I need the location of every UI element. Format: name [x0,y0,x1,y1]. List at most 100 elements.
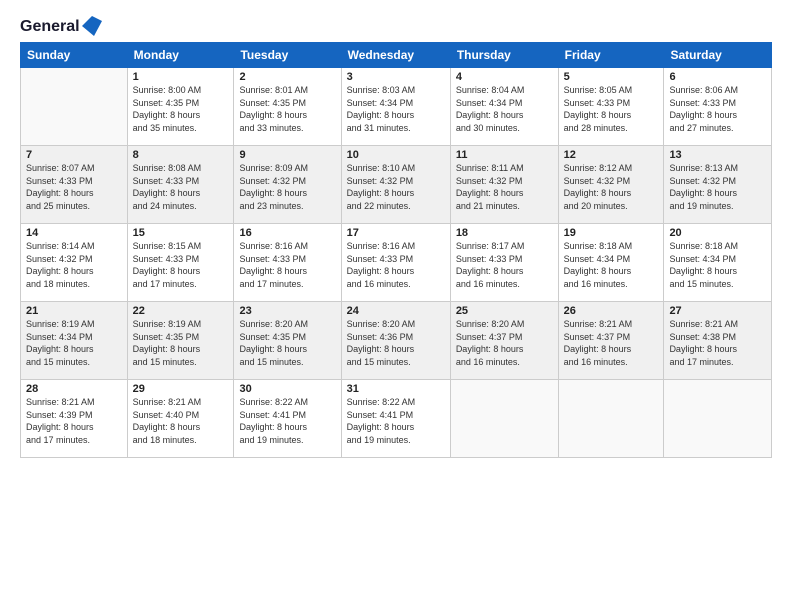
calendar-week-row: 7Sunrise: 8:07 AM Sunset: 4:33 PM Daylig… [21,146,772,224]
header: General [20,18,772,32]
day-number: 17 [347,227,445,239]
day-number: 11 [456,149,553,161]
calendar-day-cell: 22Sunrise: 8:19 AM Sunset: 4:35 PM Dayli… [127,302,234,380]
calendar-day-cell: 11Sunrise: 8:11 AM Sunset: 4:32 PM Dayli… [450,146,558,224]
day-number: 16 [239,227,335,239]
day-number: 30 [239,383,335,395]
day-number: 23 [239,305,335,317]
calendar-header-tuesday: Tuesday [234,43,341,68]
calendar-day-cell: 20Sunrise: 8:18 AM Sunset: 4:34 PM Dayli… [664,224,772,302]
day-info: Sunrise: 8:06 AM Sunset: 4:33 PM Dayligh… [669,84,766,134]
day-info: Sunrise: 8:20 AM Sunset: 4:35 PM Dayligh… [239,318,335,368]
day-info: Sunrise: 8:20 AM Sunset: 4:37 PM Dayligh… [456,318,553,368]
calendar-header-row: SundayMondayTuesdayWednesdayThursdayFrid… [21,43,772,68]
calendar-week-row: 14Sunrise: 8:14 AM Sunset: 4:32 PM Dayli… [21,224,772,302]
calendar-header-thursday: Thursday [450,43,558,68]
calendar-day-cell: 5Sunrise: 8:05 AM Sunset: 4:33 PM Daylig… [558,68,664,146]
calendar-day-cell: 17Sunrise: 8:16 AM Sunset: 4:33 PM Dayli… [341,224,450,302]
calendar-week-row: 1Sunrise: 8:00 AM Sunset: 4:35 PM Daylig… [21,68,772,146]
day-info: Sunrise: 8:21 AM Sunset: 4:40 PM Dayligh… [133,396,229,446]
calendar-day-cell: 14Sunrise: 8:14 AM Sunset: 4:32 PM Dayli… [21,224,128,302]
day-info: Sunrise: 8:19 AM Sunset: 4:34 PM Dayligh… [26,318,122,368]
logo-text-general: General [20,18,80,36]
calendar-day-cell: 24Sunrise: 8:20 AM Sunset: 4:36 PM Dayli… [341,302,450,380]
day-info: Sunrise: 8:11 AM Sunset: 4:32 PM Dayligh… [456,162,553,212]
logo-icon [82,16,102,36]
day-number: 1 [133,71,229,83]
day-info: Sunrise: 8:17 AM Sunset: 4:33 PM Dayligh… [456,240,553,290]
day-number: 8 [133,149,229,161]
day-info: Sunrise: 8:05 AM Sunset: 4:33 PM Dayligh… [564,84,659,134]
day-info: Sunrise: 8:14 AM Sunset: 4:32 PM Dayligh… [26,240,122,290]
day-number: 3 [347,71,445,83]
calendar-day-cell: 31Sunrise: 8:22 AM Sunset: 4:41 PM Dayli… [341,380,450,458]
page: General SundayMondayTuesdayWednesdayThur… [0,0,792,612]
calendar-day-cell: 30Sunrise: 8:22 AM Sunset: 4:41 PM Dayli… [234,380,341,458]
day-number: 13 [669,149,766,161]
day-info: Sunrise: 8:13 AM Sunset: 4:32 PM Dayligh… [669,162,766,212]
day-number: 14 [26,227,122,239]
calendar-day-cell: 10Sunrise: 8:10 AM Sunset: 4:32 PM Dayli… [341,146,450,224]
calendar-day-cell: 21Sunrise: 8:19 AM Sunset: 4:34 PM Dayli… [21,302,128,380]
calendar-day-cell [558,380,664,458]
calendar-day-cell: 13Sunrise: 8:13 AM Sunset: 4:32 PM Dayli… [664,146,772,224]
day-info: Sunrise: 8:15 AM Sunset: 4:33 PM Dayligh… [133,240,229,290]
calendar-day-cell: 28Sunrise: 8:21 AM Sunset: 4:39 PM Dayli… [21,380,128,458]
calendar-day-cell [450,380,558,458]
calendar-day-cell: 15Sunrise: 8:15 AM Sunset: 4:33 PM Dayli… [127,224,234,302]
day-info: Sunrise: 8:00 AM Sunset: 4:35 PM Dayligh… [133,84,229,134]
day-info: Sunrise: 8:21 AM Sunset: 4:38 PM Dayligh… [669,318,766,368]
calendar-day-cell: 7Sunrise: 8:07 AM Sunset: 4:33 PM Daylig… [21,146,128,224]
calendar-day-cell: 19Sunrise: 8:18 AM Sunset: 4:34 PM Dayli… [558,224,664,302]
day-info: Sunrise: 8:21 AM Sunset: 4:39 PM Dayligh… [26,396,122,446]
calendar-day-cell: 16Sunrise: 8:16 AM Sunset: 4:33 PM Dayli… [234,224,341,302]
day-number: 2 [239,71,335,83]
calendar-day-cell: 9Sunrise: 8:09 AM Sunset: 4:32 PM Daylig… [234,146,341,224]
day-info: Sunrise: 8:04 AM Sunset: 4:34 PM Dayligh… [456,84,553,134]
calendar-table: SundayMondayTuesdayWednesdayThursdayFrid… [20,42,772,458]
calendar-header-friday: Friday [558,43,664,68]
day-info: Sunrise: 8:18 AM Sunset: 4:34 PM Dayligh… [669,240,766,290]
day-number: 9 [239,149,335,161]
day-number: 24 [347,305,445,317]
day-number: 7 [26,149,122,161]
calendar-day-cell: 6Sunrise: 8:06 AM Sunset: 4:33 PM Daylig… [664,68,772,146]
calendar-header-wednesday: Wednesday [341,43,450,68]
day-info: Sunrise: 8:10 AM Sunset: 4:32 PM Dayligh… [347,162,445,212]
day-info: Sunrise: 8:07 AM Sunset: 4:33 PM Dayligh… [26,162,122,212]
day-number: 22 [133,305,229,317]
calendar-header-sunday: Sunday [21,43,128,68]
calendar-day-cell: 8Sunrise: 8:08 AM Sunset: 4:33 PM Daylig… [127,146,234,224]
calendar-day-cell: 12Sunrise: 8:12 AM Sunset: 4:32 PM Dayli… [558,146,664,224]
day-info: Sunrise: 8:12 AM Sunset: 4:32 PM Dayligh… [564,162,659,212]
day-info: Sunrise: 8:03 AM Sunset: 4:34 PM Dayligh… [347,84,445,134]
day-number: 29 [133,383,229,395]
day-number: 31 [347,383,445,395]
calendar-day-cell: 1Sunrise: 8:00 AM Sunset: 4:35 PM Daylig… [127,68,234,146]
day-number: 12 [564,149,659,161]
day-number: 26 [564,305,659,317]
day-number: 21 [26,305,122,317]
day-number: 6 [669,71,766,83]
calendar-day-cell: 27Sunrise: 8:21 AM Sunset: 4:38 PM Dayli… [664,302,772,380]
logo: General [20,18,102,32]
day-info: Sunrise: 8:22 AM Sunset: 4:41 PM Dayligh… [239,396,335,446]
day-info: Sunrise: 8:21 AM Sunset: 4:37 PM Dayligh… [564,318,659,368]
day-info: Sunrise: 8:16 AM Sunset: 4:33 PM Dayligh… [239,240,335,290]
calendar-day-cell: 23Sunrise: 8:20 AM Sunset: 4:35 PM Dayli… [234,302,341,380]
calendar-day-cell: 26Sunrise: 8:21 AM Sunset: 4:37 PM Dayli… [558,302,664,380]
day-info: Sunrise: 8:01 AM Sunset: 4:35 PM Dayligh… [239,84,335,134]
calendar-day-cell: 29Sunrise: 8:21 AM Sunset: 4:40 PM Dayli… [127,380,234,458]
calendar-header-monday: Monday [127,43,234,68]
calendar-header-saturday: Saturday [664,43,772,68]
day-number: 15 [133,227,229,239]
day-info: Sunrise: 8:18 AM Sunset: 4:34 PM Dayligh… [564,240,659,290]
day-number: 20 [669,227,766,239]
calendar-day-cell: 2Sunrise: 8:01 AM Sunset: 4:35 PM Daylig… [234,68,341,146]
calendar-day-cell [21,68,128,146]
calendar-day-cell: 4Sunrise: 8:04 AM Sunset: 4:34 PM Daylig… [450,68,558,146]
calendar-week-row: 28Sunrise: 8:21 AM Sunset: 4:39 PM Dayli… [21,380,772,458]
day-number: 19 [564,227,659,239]
day-info: Sunrise: 8:09 AM Sunset: 4:32 PM Dayligh… [239,162,335,212]
day-number: 28 [26,383,122,395]
